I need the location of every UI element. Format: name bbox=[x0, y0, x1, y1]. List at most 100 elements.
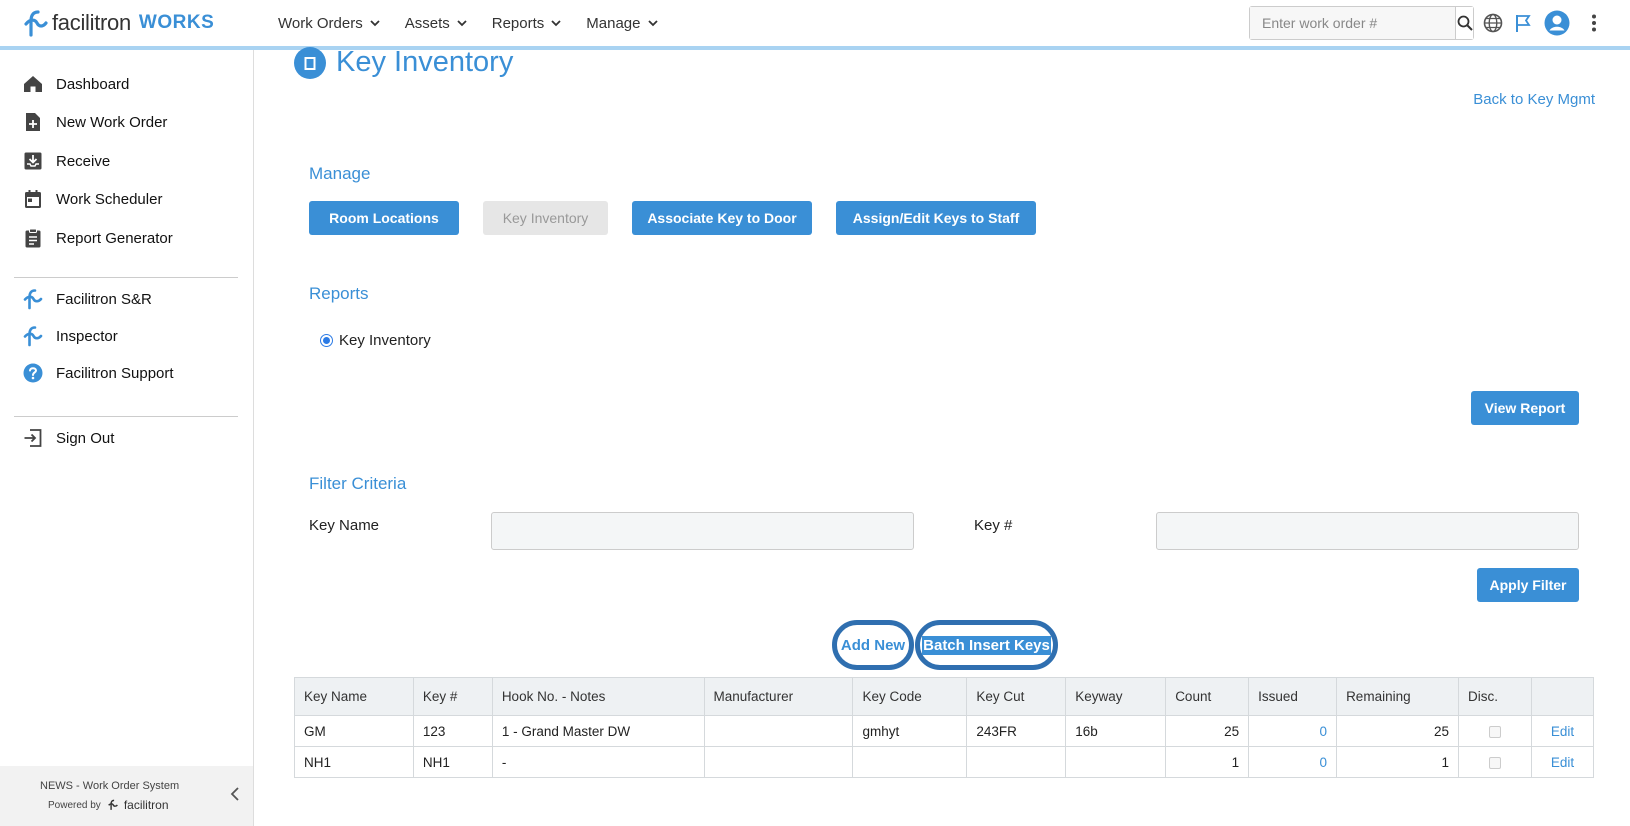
key-inventory-button: Key Inventory bbox=[483, 201, 608, 235]
nav-label: Manage bbox=[586, 14, 641, 32]
page-title: Key Inventory bbox=[294, 46, 513, 79]
cell-issued-link[interactable]: 0 bbox=[1248, 715, 1338, 747]
cell-keyway bbox=[1065, 746, 1167, 778]
col-disc[interactable]: Disc. bbox=[1457, 677, 1532, 716]
nav-work-orders[interactable]: Work Orders bbox=[278, 15, 381, 32]
key-number-input[interactable] bbox=[1156, 512, 1579, 550]
key-inventory-table: Key Name Key # Hook No. - Notes Manufact… bbox=[294, 677, 1595, 778]
batch-insert-label: Batch Insert Keys bbox=[922, 635, 1051, 655]
sidebar-item-facilitron-sr[interactable]: Facilitron S&R bbox=[22, 288, 152, 310]
home-icon bbox=[24, 76, 42, 92]
more-options-button[interactable] bbox=[1590, 10, 1598, 36]
batch-insert-keys-button[interactable]: Batch Insert Keys bbox=[915, 620, 1058, 670]
search-icon bbox=[1457, 15, 1473, 31]
sidebar-item-work-scheduler[interactable]: Work Scheduler bbox=[22, 188, 162, 210]
room-locations-button[interactable]: Room Locations bbox=[309, 201, 459, 235]
cell-key-cut bbox=[966, 746, 1067, 778]
cell-key-number: NH1 bbox=[412, 746, 493, 778]
facilitron-icon bbox=[23, 326, 43, 347]
help-icon bbox=[23, 363, 43, 383]
sidebar-item-new-work-order[interactable]: New Work Order bbox=[22, 111, 167, 133]
sidebar-item-label: Facilitron S&R bbox=[56, 290, 152, 308]
facilitron-small-logo-icon bbox=[107, 799, 118, 810]
sidebar-item-receive[interactable]: Receive bbox=[22, 150, 110, 172]
sidebar-item-label: New Work Order bbox=[56, 113, 168, 131]
col-key-cut[interactable]: Key Cut bbox=[966, 677, 1067, 716]
sidebar-item-report-generator[interactable]: Report Generator bbox=[22, 227, 173, 249]
cell-issued-link[interactable]: 0 bbox=[1248, 746, 1338, 778]
edit-link[interactable]: Edit bbox=[1530, 746, 1595, 778]
sign-out-icon bbox=[24, 429, 42, 447]
cell-key-number: 123 bbox=[412, 715, 493, 747]
inbox-icon bbox=[24, 152, 42, 170]
col-key-number[interactable]: Key # bbox=[412, 677, 493, 716]
powered-by-label: Powered by bbox=[48, 799, 101, 811]
user-account-button[interactable] bbox=[1544, 10, 1570, 36]
cell-disc bbox=[1457, 715, 1532, 747]
col-key-code[interactable]: Key Code bbox=[852, 677, 968, 716]
globe-button[interactable] bbox=[1483, 10, 1503, 36]
cell-manufacturer bbox=[703, 746, 854, 778]
sidebar-item-facilitron-support[interactable]: Facilitron Support bbox=[22, 362, 174, 384]
col-keyway[interactable]: Keyway bbox=[1065, 677, 1167, 716]
key-name-input[interactable] bbox=[491, 512, 914, 550]
sidebar-item-inspector[interactable]: Inspector bbox=[22, 325, 118, 347]
col-issued[interactable]: Issued bbox=[1248, 677, 1338, 716]
associate-key-to-door-button[interactable]: Associate Key to Door bbox=[632, 201, 812, 235]
filter-criteria-heading: Filter Criteria bbox=[309, 474, 407, 493]
col-key-name[interactable]: Key Name bbox=[294, 677, 414, 716]
nav-reports[interactable]: Reports bbox=[492, 15, 563, 32]
disc-checkbox[interactable] bbox=[1488, 756, 1501, 769]
work-order-search bbox=[1249, 6, 1474, 40]
apply-filter-button[interactable]: Apply Filter bbox=[1477, 568, 1579, 602]
add-new-button[interactable]: Add New bbox=[832, 620, 914, 670]
col-hook-notes[interactable]: Hook No. - Notes bbox=[491, 677, 705, 716]
sidebar-item-sign-out[interactable]: Sign Out bbox=[22, 427, 114, 449]
table-header-row: Key Name Key # Hook No. - Notes Manufact… bbox=[294, 677, 1595, 716]
report-option-key-inventory[interactable]: Key Inventory bbox=[320, 332, 431, 349]
new-document-icon bbox=[26, 113, 40, 131]
sidebar-item-dashboard[interactable]: Dashboard bbox=[22, 73, 129, 95]
search-button[interactable] bbox=[1455, 7, 1473, 39]
work-order-search-input[interactable] bbox=[1250, 7, 1455, 39]
view-report-button[interactable]: View Report bbox=[1471, 391, 1579, 425]
cell-key-code bbox=[852, 746, 968, 778]
key-inventory-icon bbox=[294, 46, 326, 79]
sidebar: Dashboard New Work Order Receive Work Sc… bbox=[0, 50, 254, 826]
nav-manage[interactable]: Manage bbox=[586, 15, 658, 32]
back-to-key-mgmt-link[interactable]: Back to Key Mgmt bbox=[1473, 91, 1595, 108]
col-count[interactable]: Count bbox=[1165, 677, 1250, 716]
main-content: Key Inventory Back to Key Mgmt Manage Ro… bbox=[254, 46, 1630, 826]
cell-key-cut: 243FR bbox=[966, 715, 1067, 747]
flag-button[interactable] bbox=[1514, 10, 1532, 36]
cell-key-code: gmhyt bbox=[852, 715, 968, 747]
sidebar-item-label: Dashboard bbox=[56, 75, 130, 93]
disc-checkbox[interactable] bbox=[1488, 725, 1501, 738]
sidebar-item-label: Facilitron Support bbox=[56, 364, 174, 382]
col-manufacturer[interactable]: Manufacturer bbox=[703, 677, 854, 716]
brand-logo[interactable]: facilitron WORKS bbox=[22, 8, 214, 38]
nav-label: Assets bbox=[404, 14, 450, 32]
assign-edit-keys-button[interactable]: Assign/Edit Keys to Staff bbox=[836, 201, 1036, 235]
cell-count: 25 bbox=[1165, 715, 1250, 747]
cell-keyway: 16b bbox=[1065, 715, 1167, 747]
top-navbar: facilitron WORKS Work Orders Assets Repo… bbox=[0, 0, 1630, 50]
col-actions bbox=[1530, 677, 1595, 716]
nav-label: Work Orders bbox=[278, 14, 363, 32]
nav-label: Reports bbox=[491, 14, 545, 32]
manage-heading: Manage bbox=[309, 164, 371, 183]
col-remaining[interactable]: Remaining bbox=[1336, 677, 1459, 716]
edit-link[interactable]: Edit bbox=[1530, 715, 1595, 747]
main-nav: Work Orders Assets Reports Manage bbox=[278, 0, 683, 46]
cell-key-name: NH1 bbox=[294, 746, 414, 778]
chevron-down-icon bbox=[551, 20, 561, 27]
cell-key-name: GM bbox=[294, 715, 414, 747]
radio-selected[interactable] bbox=[320, 334, 333, 347]
key-number-label: Key # bbox=[974, 517, 1013, 534]
globe-icon bbox=[1483, 13, 1503, 33]
nav-assets[interactable]: Assets bbox=[405, 15, 468, 32]
kebab-menu-icon bbox=[1592, 14, 1596, 32]
facilitron-icon bbox=[23, 289, 43, 310]
chevron-down-icon bbox=[370, 20, 380, 27]
collapse-sidebar-button[interactable] bbox=[229, 786, 241, 807]
